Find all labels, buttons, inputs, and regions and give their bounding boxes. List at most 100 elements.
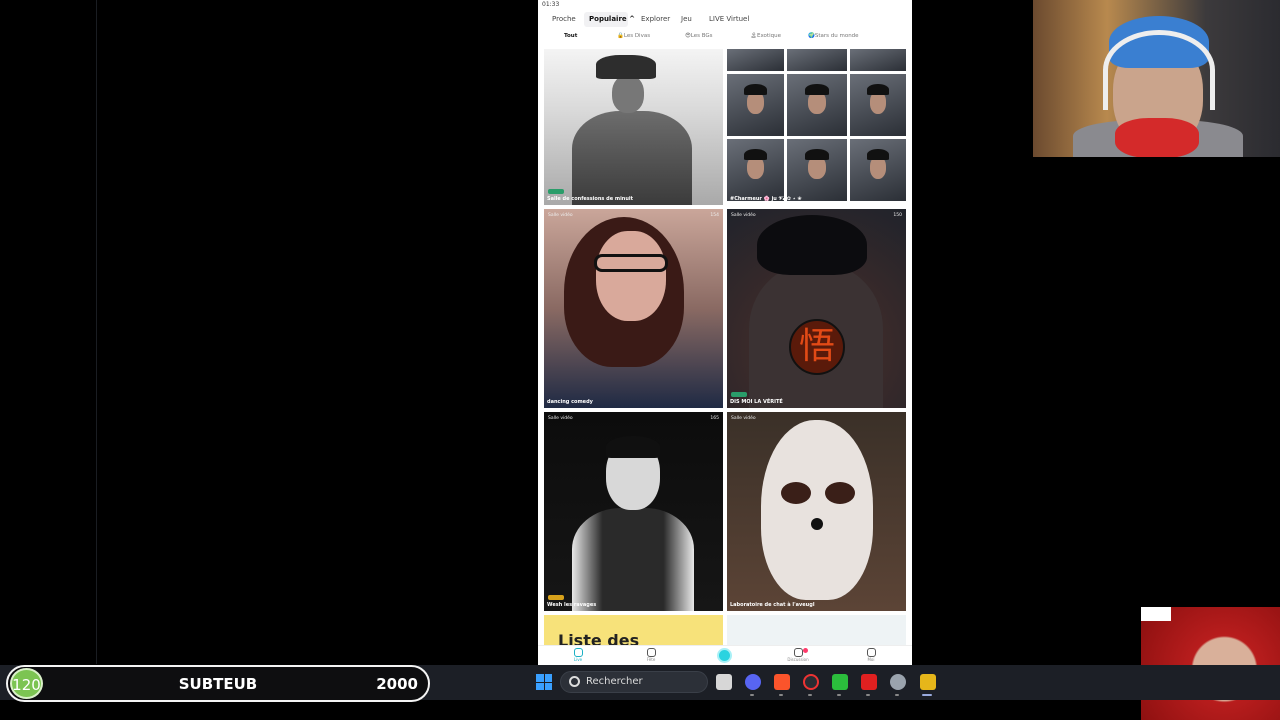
room-title: #Charmeur 🌸 ju 𝓥𝓮 ✿ ⋆ ❀ — [730, 196, 802, 202]
chip-stars-du-monde[interactable]: 🌍Stars du monde — [808, 33, 859, 39]
room-card[interactable]: Salle vidéo Laboratoire de chat à l'aveu… — [727, 412, 906, 611]
phone-app-window: 01:33 Proche Populaire ^ Explorer Jeu LI… — [538, 0, 912, 665]
cap-shape — [744, 83, 767, 96]
tab-live-virtuel[interactable]: LIVE Virtuel — [709, 15, 749, 23]
settings-icon[interactable] — [890, 674, 906, 690]
chip-les-divas[interactable]: 🔒Les Divas — [617, 33, 650, 39]
running-indicator — [808, 694, 812, 696]
video-tile — [850, 49, 906, 71]
status-time: 01:33 — [542, 1, 560, 8]
discord-icon[interactable] — [745, 674, 761, 690]
room-card[interactable]: Salle de confessions de minuit — [544, 49, 723, 205]
tab-proche[interactable]: Proche — [552, 15, 576, 23]
cap-shape — [744, 148, 767, 161]
sub-goal-bar: 120 SUBTEUB 2000 — [6, 665, 430, 702]
hair-shape — [606, 436, 660, 458]
chip-les-bgs[interactable]: 😎Les BGs — [685, 33, 713, 39]
viewer-count: 165 — [710, 416, 719, 421]
video-tile — [787, 74, 847, 136]
taskbar-search[interactable]: Rechercher — [560, 671, 708, 693]
nav-live[interactable]: Live — [563, 648, 593, 662]
nav-fete[interactable]: Fête — [636, 648, 666, 662]
app-icon[interactable] — [803, 674, 819, 690]
screen: 01:33 Proche Populaire ^ Explorer Jeu LI… — [0, 0, 1280, 720]
youtube-icon[interactable] — [861, 674, 877, 690]
tab-jeu[interactable]: Jeu — [681, 15, 692, 23]
portrait-body — [572, 111, 692, 205]
chat-icon — [793, 648, 803, 657]
tab-populaire[interactable]: Populaire ^ — [589, 15, 635, 23]
room-type-tag: Salle vidéo — [731, 416, 756, 421]
red-object-shape — [1115, 118, 1199, 157]
tab-explorer[interactable]: Explorer — [641, 15, 670, 23]
glasses-shape — [594, 254, 668, 272]
running-indicator — [750, 694, 754, 696]
cap-shape — [805, 148, 829, 161]
room-card[interactable]: #Charmeur 🌸 ju 𝓥𝓮 ✿ ⋆ ❀ — [727, 49, 906, 205]
vest-shape — [572, 508, 694, 611]
profile-icon — [866, 648, 876, 657]
task-view-icon[interactable] — [716, 674, 732, 690]
eye-shape — [825, 482, 855, 504]
video-tile — [787, 139, 847, 201]
party-icon — [646, 648, 656, 657]
chip-tout[interactable]: Tout — [564, 33, 577, 39]
face-shape — [596, 231, 666, 321]
room-type-tag: Salle vidéo — [548, 213, 573, 218]
secondary-cam-overlay — [1141, 607, 1280, 720]
nav-discussion-label: Discussion — [787, 657, 809, 662]
sub-goal-label: SUBTEUB — [178, 675, 258, 693]
room-badge — [548, 595, 564, 600]
video-tile — [787, 49, 847, 71]
eye-shape — [781, 482, 811, 504]
room-type-tag: Salle vidéo — [731, 213, 756, 218]
app-green-icon[interactable] — [832, 674, 848, 690]
sub-goal-target: 2000 — [376, 675, 418, 693]
promo-card[interactable]: Liste des — [544, 615, 723, 647]
room-title: DIS MOI LA VÉRITÉ — [730, 399, 783, 405]
viewer-count: 150 — [893, 213, 902, 218]
spiky-hair-shape — [757, 215, 867, 275]
divider-line — [96, 0, 97, 664]
video-tile — [727, 49, 784, 71]
chip-exotique[interactable]: 🏝Exotique — [750, 33, 781, 39]
room-card[interactable]: 悟 Salle vidéo 150 DIS MOI LA VÉRITÉ — [727, 209, 906, 408]
room-title: dancing comedy — [547, 399, 593, 405]
emulator-icon[interactable] — [920, 674, 936, 690]
bottom-nav: Live Fête Discussion Moi — [538, 645, 912, 665]
chip-les-divas-label: Les Divas — [623, 33, 651, 39]
room-title: Wesh les ravages — [547, 602, 597, 608]
corner-mask — [1141, 607, 1171, 621]
nose-shape — [811, 518, 823, 530]
nav-moi[interactable]: Moi — [856, 648, 886, 662]
cap-shape — [805, 83, 829, 96]
unread-badge — [803, 648, 808, 653]
room-card[interactable]: Salle vidéo 154 dancing comedy — [544, 209, 723, 408]
hat-shape — [596, 55, 656, 79]
go-live-button[interactable] — [717, 648, 732, 663]
video-tile — [850, 74, 906, 136]
hood-shape — [1141, 607, 1280, 720]
nav-discussion[interactable]: Discussion — [783, 648, 813, 662]
active-indicator — [922, 694, 932, 696]
home-icon — [573, 648, 583, 657]
nav-moi-label: Moi — [867, 657, 875, 662]
room-badge — [548, 189, 564, 194]
cap-shape — [866, 83, 890, 96]
nav-fete-label: Fête — [646, 657, 656, 662]
room-badge — [731, 392, 747, 397]
chip-les-bgs-label: Les BGs — [690, 33, 713, 39]
headset-shape — [1103, 30, 1215, 110]
skull-makeup-shape — [761, 420, 873, 600]
webcam-overlay — [1033, 0, 1280, 157]
room-card[interactable] — [727, 615, 906, 647]
running-indicator — [895, 694, 899, 696]
room-card[interactable]: Salle vidéo 165 Wesh les ravages — [544, 412, 723, 611]
chip-stars-du-monde-label: Stars du monde — [814, 33, 859, 39]
running-indicator — [779, 694, 783, 696]
viewer-count: 154 — [710, 213, 719, 218]
brave-icon[interactable] — [774, 674, 790, 690]
category-chips: Tout 🔒Les Divas 😎Les BGs 🏝Exotique 🌍Star… — [538, 31, 912, 43]
windows-start-icon[interactable] — [536, 674, 552, 690]
cap-shape — [866, 148, 890, 161]
